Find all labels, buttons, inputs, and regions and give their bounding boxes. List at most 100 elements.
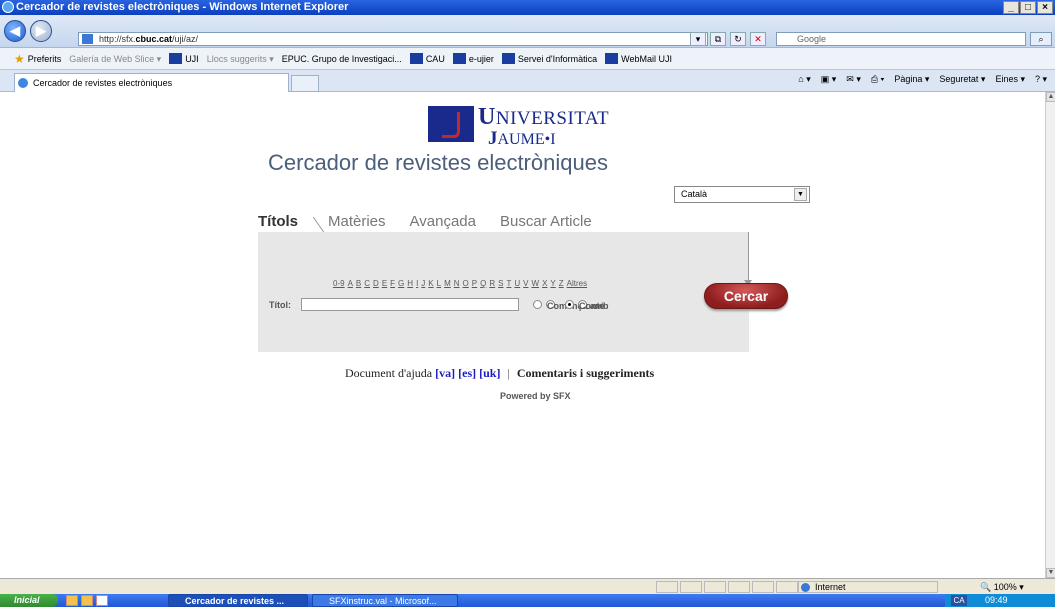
uji-icon [501,53,515,64]
favorite-item[interactable]: Servei d'Informàtica [501,48,597,69]
tab-titols[interactable]: Títols [258,213,298,230]
alpha-link[interactable]: X [542,279,547,288]
tab-buscar-article[interactable]: Buscar Article [500,213,592,230]
quicklaunch-icon[interactable] [81,595,93,606]
favorite-item[interactable]: CAU [409,48,445,69]
favorite-item[interactable]: Llocs suggerits ▾ [207,48,274,69]
url-field[interactable]: http://sfx.cbuc.cat/uji/az/ [78,32,708,46]
alpha-link[interactable]: H [407,279,413,288]
word-icon[interactable] [96,595,108,606]
favorites-button[interactable]: ★ Preferits [14,48,61,69]
maximize-button[interactable]: □ [1020,1,1036,14]
alpha-link[interactable]: P [472,279,477,288]
page-icon [82,34,93,44]
favorite-item[interactable]: WebMail UJI [605,48,672,69]
system-tray: CA 09:49 [945,594,1055,607]
compat-icon[interactable]: ⧉ [710,32,726,46]
favorite-item[interactable]: Galería de Web Slice ▾ [69,48,161,69]
alpha-link[interactable]: C [364,279,370,288]
feeds-icon[interactable]: ▣ ▾ [821,74,837,85]
alpha-link[interactable]: J [421,279,425,288]
alpha-link[interactable]: E [382,279,387,288]
tab-materies[interactable]: Matèries [328,213,386,230]
alpha-link[interactable]: V [523,279,528,288]
alpha-link[interactable]: O [463,279,469,288]
help-icon[interactable]: ? ▾ [1035,74,1047,85]
status-bar: Internet 🔍 100% ▾ [0,578,1055,594]
favorite-item[interactable]: UJI [169,48,199,69]
alphabet-index: 0-9 A B C D E F G H I J K L M N O P Q R … [333,279,587,288]
vertical-scrollbar[interactable]: ▲ ▼ [1045,92,1055,578]
help-link-es[interactable]: [es] [458,366,476,380]
zoom-control[interactable]: 🔍 100% ▾ [980,581,1024,593]
search-input[interactable]: Google [776,32,1026,46]
ie-icon [18,78,28,88]
scroll-up-icon[interactable]: ▲ [1046,92,1055,102]
alpha-link[interactable]: K [428,279,433,288]
alpha-link[interactable]: S [498,279,503,288]
radio-icon [533,300,542,309]
logo-mark [428,106,474,142]
favorites-bar: ★ Preferits Galería de Web Slice ▾ UJI Ll… [0,48,1055,70]
taskbar-item-ie[interactable]: Cercador de revistes ... [168,594,308,607]
alpha-link[interactable]: Y [550,279,555,288]
globe-icon [801,583,810,592]
alpha-link[interactable]: B [356,279,361,288]
alpha-link[interactable]: L [437,279,441,288]
alpha-link[interactable]: D [373,279,379,288]
logo-line1: UNIVERSITAT [478,104,610,130]
search-tabs: Títols Matèries Avançada Buscar Article [258,213,616,230]
alpha-link[interactable]: I [416,279,418,288]
start-button[interactable]: Inicial [0,594,58,607]
window-titlebar: Cercador de revistes electròniques - Win… [0,0,1055,15]
alpha-link[interactable]: F [390,279,395,288]
search-icon[interactable]: ⌕ [1030,32,1052,46]
alpha-link[interactable]: R [489,279,495,288]
search-button[interactable]: Cercar [704,283,788,309]
title-search-row: Títol: Comença amb Conté [269,298,609,311]
tab-avancada[interactable]: Avançada [410,213,476,230]
page-menu[interactable]: Pàgina ▾ [894,74,929,85]
alpha-link[interactable]: U [514,279,520,288]
comments-link[interactable]: Comentaris i suggeriments [517,366,654,380]
quicklaunch-icon[interactable] [66,595,78,606]
ie-icon [2,1,14,13]
scroll-down-icon[interactable]: ▼ [1046,568,1055,578]
favorite-item[interactable]: EPUC. Grupo de Investigaci... [282,48,402,69]
alpha-link[interactable]: A [348,279,353,288]
refresh-icon[interactable]: ↻ [730,32,746,46]
print-icon[interactable]: ⎙ ▾ [871,74,884,85]
alpha-link[interactable]: Altres [567,279,587,288]
close-button[interactable]: × [1037,1,1053,14]
address-tools: ▾ ⧉ ↻ ✕ [690,32,766,46]
browser-tab[interactable]: Cercador de revistes electròniques [14,73,289,92]
stop-icon[interactable]: ✕ [750,32,766,46]
arrow-connector [744,232,752,286]
help-link-va[interactable]: [va] [435,366,455,380]
back-button[interactable]: ◀ [4,20,26,42]
new-tab-button[interactable] [291,75,319,92]
language-indicator[interactable]: CA [951,595,967,606]
clock: 09:49 [985,595,1008,605]
safety-menu[interactable]: Seguretat ▾ [939,74,985,85]
alpha-link[interactable]: G [398,279,404,288]
mail-icon[interactable]: ✉ ▾ [846,74,861,85]
radio-begins-with[interactable]: Comença amb [533,300,609,311]
alpha-link[interactable]: 0-9 [333,279,345,288]
forward-button[interactable]: ▶ [30,20,52,42]
alpha-link[interactable]: Z [559,279,564,288]
language-select[interactable]: Català ▼ [674,186,810,203]
alpha-link[interactable]: W [532,279,540,288]
minimize-button[interactable]: _ [1003,1,1019,14]
title-search-input[interactable] [301,298,519,311]
alpha-link[interactable]: M [444,279,451,288]
tools-menu[interactable]: Eines ▾ [995,74,1025,85]
alpha-link[interactable]: T [506,279,511,288]
alpha-link[interactable]: Q [480,279,486,288]
taskbar-item-word[interactable]: SFXinstruc.val - Microsof... [312,594,458,607]
home-icon[interactable]: ⌂ ▾ [798,74,810,85]
help-link-uk[interactable]: [uk] [479,366,500,380]
alpha-link[interactable]: N [454,279,460,288]
dropdown-icon[interactable]: ▾ [690,32,706,46]
favorite-item[interactable]: e-ujier [452,48,494,69]
